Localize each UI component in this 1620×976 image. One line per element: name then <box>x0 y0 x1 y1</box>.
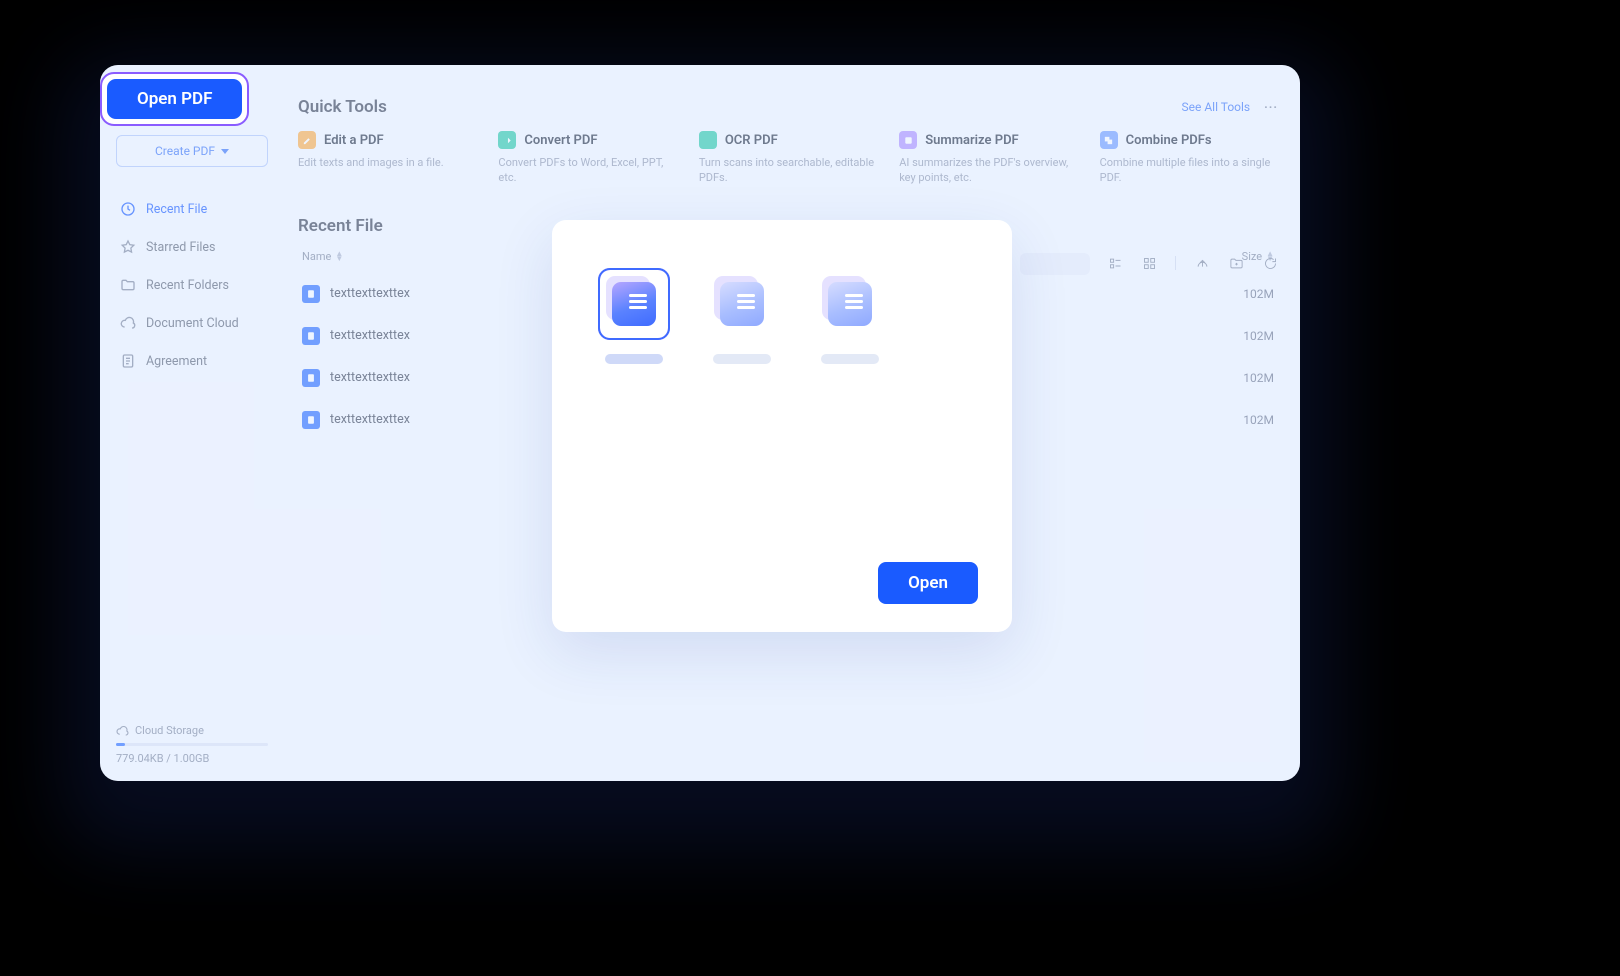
cloud-icon <box>116 724 129 737</box>
open-pdf-button[interactable]: Open PDF <box>107 79 242 119</box>
list-view-icon[interactable] <box>1107 255 1123 271</box>
tool-desc: Convert PDFs to Word, Excel, PPT, etc. <box>498 155 676 186</box>
file-name: texttexttexttex <box>330 412 410 427</box>
sidebar-item-agreement[interactable]: Agreement <box>116 345 268 377</box>
sidebar-item-recent-folders[interactable]: Recent Folders <box>116 269 268 301</box>
file-name: texttexttexttex <box>330 286 410 301</box>
cloud-storage-label: Cloud Storage <box>135 724 204 737</box>
sidebar-item-label: Recent File <box>146 202 207 217</box>
summarize-icon <box>899 131 917 149</box>
pdf-file-icon <box>302 411 320 429</box>
create-pdf-label: Create PDF <box>155 144 215 158</box>
open-file-dialog: Open <box>552 220 1012 632</box>
recent-toolbar <box>1107 255 1278 271</box>
file-label-placeholder <box>605 354 663 364</box>
tool-title: Combine PDFs <box>1126 133 1212 148</box>
tool-cards: Edit a PDF Edit texts and images in a fi… <box>298 131 1278 186</box>
sidebar-footer: Cloud Storage 779.04KB / 1.00GB <box>116 724 268 765</box>
tool-combine-pdfs[interactable]: Combine PDFs Combine multiple files into… <box>1100 131 1278 186</box>
file-name: texttexttexttex <box>330 328 410 343</box>
file-thumb <box>598 268 670 340</box>
file-size: 102M <box>1243 329 1274 343</box>
storage-text: 779.04KB / 1.00GB <box>116 752 268 765</box>
storage-bar <box>116 743 268 746</box>
tool-desc: Combine multiple files into a single PDF… <box>1100 155 1278 186</box>
open-pdf-highlight: Open PDF <box>100 72 249 126</box>
document-icon <box>828 282 872 326</box>
quick-tools-header: Quick Tools See All Tools ··· <box>298 97 1278 117</box>
new-folder-icon[interactable] <box>1228 255 1244 271</box>
document-icon <box>612 282 656 326</box>
document-icon <box>720 282 764 326</box>
file-thumb <box>706 268 778 340</box>
tool-desc: Edit texts and images in a file. <box>298 155 476 170</box>
star-icon <box>120 239 136 255</box>
file-size: 102M <box>1243 413 1274 427</box>
ocr-icon <box>699 131 717 149</box>
tool-title: Summarize PDF <box>925 133 1018 148</box>
sidebar-item-recent-file[interactable]: Recent File <box>116 193 268 225</box>
file-thumb <box>814 268 886 340</box>
grid-view-icon[interactable] <box>1141 255 1157 271</box>
tool-edit-pdf[interactable]: Edit a PDF Edit texts and images in a fi… <box>298 131 476 186</box>
tool-convert-pdf[interactable]: Convert PDF Convert PDFs to Word, Excel,… <box>498 131 676 186</box>
recent-search-input[interactable] <box>1020 253 1090 275</box>
quick-tools-title: Quick Tools <box>298 97 387 117</box>
sidebar: Create PDF Recent File Starred Files <box>100 65 284 781</box>
separator <box>1175 256 1176 270</box>
pdf-file-icon <box>302 369 320 387</box>
sidebar-item-starred[interactable]: Starred Files <box>116 231 268 263</box>
combine-icon <box>1100 131 1118 149</box>
dialog-file-item[interactable] <box>706 268 778 364</box>
file-name: texttexttexttex <box>330 370 410 385</box>
pdf-file-icon <box>302 285 320 303</box>
tool-desc: AI summarizes the PDF's overview, key po… <box>899 155 1077 186</box>
see-all-tools-link[interactable]: See All Tools <box>1182 100 1251 114</box>
open-pdf-label: Open PDF <box>137 89 212 109</box>
sidebar-item-label: Starred Files <box>146 240 216 255</box>
column-name[interactable]: Name ▲▼ <box>302 250 343 263</box>
sidebar-item-label: Document Cloud <box>146 316 239 331</box>
cloud-storage-row[interactable]: Cloud Storage <box>116 724 268 737</box>
refresh-icon[interactable] <box>1262 255 1278 271</box>
dialog-footer: Open <box>598 562 978 604</box>
upload-icon[interactable] <box>1194 255 1210 271</box>
file-label-placeholder <box>713 354 771 364</box>
dialog-file-item[interactable] <box>814 268 886 364</box>
sidebar-nav: Recent File Starred Files Recent Folders… <box>116 193 268 377</box>
file-size: 102M <box>1243 371 1274 385</box>
sort-icon: ▲▼ <box>335 251 343 261</box>
sidebar-item-document-cloud[interactable]: Document Cloud <box>116 307 268 339</box>
sidebar-item-label: Agreement <box>146 354 207 369</box>
file-size: 102M <box>1243 287 1274 301</box>
document-icon <box>120 353 136 369</box>
dialog-file-list <box>598 268 978 364</box>
open-button-label: Open <box>908 573 948 593</box>
file-label-placeholder <box>821 354 879 364</box>
pdf-file-icon <box>302 327 320 345</box>
sidebar-item-label: Recent Folders <box>146 278 229 293</box>
tool-summarize-pdf[interactable]: Summarize PDF AI summarizes the PDF's ov… <box>899 131 1077 186</box>
chevron-down-icon <box>221 149 229 154</box>
convert-icon <box>498 131 516 149</box>
cloud-icon <box>120 315 136 331</box>
tool-desc: Turn scans into searchable, editable PDF… <box>699 155 877 186</box>
create-pdf-button[interactable]: Create PDF <box>116 135 268 167</box>
tool-title: Edit a PDF <box>324 133 384 148</box>
tool-title: OCR PDF <box>725 133 778 148</box>
more-icon[interactable]: ··· <box>1264 100 1278 114</box>
open-button[interactable]: Open <box>878 562 978 604</box>
edit-icon <box>298 131 316 149</box>
tool-ocr-pdf[interactable]: OCR PDF Turn scans into searchable, edit… <box>699 131 877 186</box>
folder-icon <box>120 277 136 293</box>
clock-icon <box>120 201 136 217</box>
tool-title: Convert PDF <box>524 133 597 148</box>
dialog-file-item[interactable] <box>598 268 670 364</box>
